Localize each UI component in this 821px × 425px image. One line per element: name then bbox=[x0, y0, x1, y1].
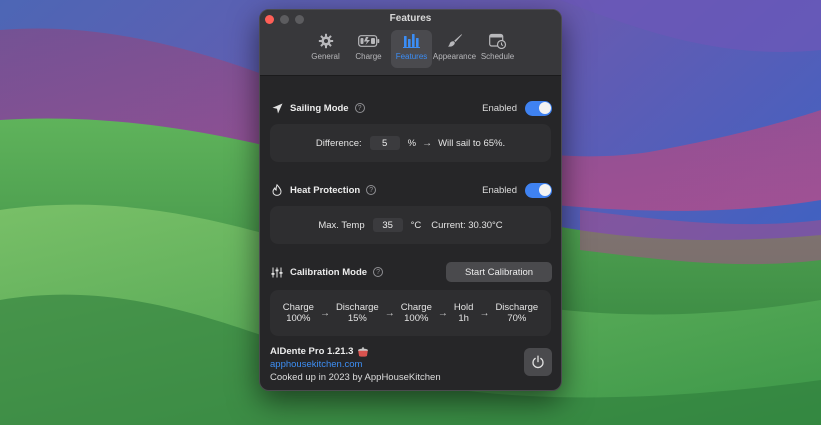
bar-chart-icon bbox=[401, 32, 423, 49]
tab-appearance[interactable]: Appearance bbox=[432, 30, 477, 68]
calibration-mode-header: Calibration Mode ? Start Calibration bbox=[270, 262, 552, 282]
website-link[interactable]: apphousekitchen.com bbox=[270, 359, 552, 370]
paintbrush-icon bbox=[444, 32, 466, 49]
arrow-right-icon: → bbox=[422, 137, 433, 149]
heat-protection-header: Heat Protection ? Enabled bbox=[270, 180, 552, 200]
calibration-step: Charge 100% bbox=[401, 302, 432, 324]
tab-features[interactable]: Features bbox=[391, 30, 432, 68]
step-value: 15% bbox=[347, 313, 367, 324]
calibration-step: Charge 100% bbox=[283, 302, 314, 324]
step-action: Charge bbox=[400, 302, 432, 313]
temp-unit: °C bbox=[410, 219, 422, 231]
step-action: Hold bbox=[453, 302, 474, 313]
sailing-mode-header: Sailing Mode ? Enabled bbox=[270, 98, 552, 118]
sailing-result: Will sail to 65%. bbox=[438, 137, 506, 149]
heat-protection-title: Heat Protection bbox=[290, 184, 361, 196]
features-window: Features General Charge Features Appeara… bbox=[259, 9, 562, 391]
app-footer: AlDente Pro 1.21.3 apphousekitchen.com C… bbox=[270, 346, 552, 383]
heat-protection-toggle[interactable] bbox=[525, 182, 552, 198]
heat-status: Enabled bbox=[482, 184, 517, 196]
calibration-step: Discharge 70% bbox=[495, 302, 538, 324]
battery-icon bbox=[357, 32, 380, 49]
quit-button[interactable] bbox=[524, 348, 552, 376]
tab-schedule[interactable]: Schedule bbox=[477, 30, 518, 68]
max-temp-input[interactable]: 35 bbox=[372, 218, 403, 232]
tab-features-label: Features bbox=[395, 52, 428, 61]
calibration-step: Hold 1h bbox=[454, 302, 474, 324]
step-value: 100% bbox=[286, 313, 311, 324]
step-value: 1h bbox=[458, 313, 469, 324]
calibration-help-icon[interactable]: ? bbox=[373, 267, 384, 277]
sliders-icon bbox=[270, 265, 284, 279]
arrow-right-icon: → bbox=[384, 307, 395, 319]
location-arrow-icon bbox=[270, 101, 284, 115]
arrow-right-icon: → bbox=[319, 307, 330, 319]
calibration-steps-panel: Charge 100% → Discharge 15% → Charge 100… bbox=[270, 290, 551, 336]
calibration-step: Discharge 15% bbox=[336, 302, 379, 324]
toolbar-tabs: General Charge Features Appearance Sched… bbox=[305, 30, 518, 68]
sailing-mode-title: Sailing Mode bbox=[290, 102, 349, 114]
app-name-row: AlDente Pro 1.21.3 bbox=[270, 346, 552, 357]
step-action: Discharge bbox=[335, 302, 379, 313]
heat-protection-panel: Max. Temp 35 °C Current: 30.30°C bbox=[270, 206, 551, 244]
heat-help-icon[interactable]: ? bbox=[366, 185, 377, 195]
arrow-right-icon: → bbox=[479, 307, 490, 319]
difference-input[interactable]: 5 bbox=[369, 136, 400, 150]
tab-charge-label: Charge bbox=[355, 52, 382, 61]
gear-icon bbox=[315, 32, 337, 49]
step-action: Discharge bbox=[495, 302, 539, 313]
tab-charge[interactable]: Charge bbox=[348, 30, 389, 68]
window-titlebar: Features General Charge Features Appeara… bbox=[260, 10, 561, 76]
start-calibration-button[interactable]: Start Calibration bbox=[446, 262, 552, 282]
flame-icon bbox=[270, 183, 284, 197]
sailing-mode-toggle[interactable] bbox=[525, 100, 552, 116]
tab-schedule-label: Schedule bbox=[480, 52, 515, 61]
difference-unit: % bbox=[407, 137, 417, 149]
cooking-pot-icon bbox=[357, 346, 369, 357]
step-value: 100% bbox=[404, 313, 429, 324]
difference-label: Difference: bbox=[315, 137, 362, 149]
app-credit: Cooked up in 2023 by AppHouseKitchen bbox=[270, 372, 441, 383]
tab-appearance-label: Appearance bbox=[432, 52, 477, 61]
sailing-mode-panel: Difference: 5 % → Will sail to 65%. bbox=[270, 124, 551, 162]
calendar-clock-icon bbox=[487, 32, 509, 49]
max-temp-label: Max. Temp bbox=[318, 219, 365, 231]
window-title: Features bbox=[389, 13, 432, 24]
step-value: 70% bbox=[507, 313, 527, 324]
app-name: AlDente Pro 1.21.3 bbox=[270, 346, 354, 357]
step-action: Charge bbox=[282, 302, 314, 313]
sailing-status: Enabled bbox=[482, 102, 517, 114]
calibration-mode-title: Calibration Mode bbox=[290, 266, 368, 278]
sailing-help-icon[interactable]: ? bbox=[354, 103, 365, 113]
current-temp: Current: 30.30°C bbox=[431, 219, 503, 231]
arrow-right-icon: → bbox=[437, 307, 448, 319]
power-icon bbox=[531, 355, 545, 369]
tab-general-label: General bbox=[311, 52, 340, 61]
tab-general[interactable]: General bbox=[305, 30, 346, 68]
